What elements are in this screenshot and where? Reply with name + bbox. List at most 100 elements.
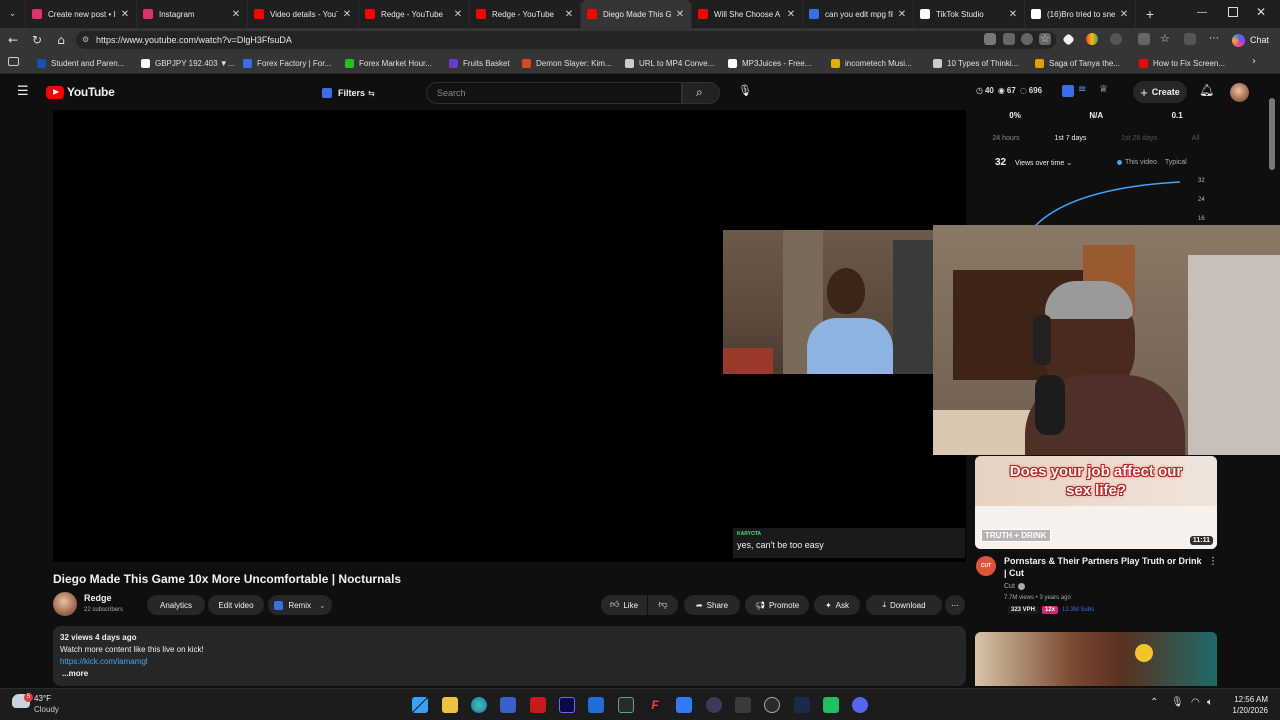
page-scrollbar-thumb[interactable]: [1269, 98, 1275, 170]
tab-close-icon[interactable]: ✕: [1119, 9, 1129, 20]
period-tab[interactable]: All: [1192, 135, 1200, 142]
vidiq-header-stats[interactable]: ◷ 40 ◉ 67 ◌ 696: [976, 86, 1042, 95]
calculator-icon[interactable]: [735, 697, 751, 713]
download-button[interactable]: ⤓ Download: [866, 595, 942, 615]
period-tab[interactable]: 24 hours: [992, 135, 1019, 142]
youtube-logo[interactable]: YouTube: [46, 85, 115, 99]
extension-color-icon[interactable]: [1086, 33, 1098, 45]
browser-tab[interactable]: Diego Made This Ga ✕: [581, 0, 692, 28]
create-button[interactable]: + Create: [1133, 81, 1187, 103]
analytics-button[interactable]: Analytics: [147, 595, 205, 615]
bookmark-item[interactable]: Forex Factory | For...: [243, 57, 331, 69]
more-options-icon[interactable]: ⋯: [1209, 33, 1221, 45]
tab-close-icon[interactable]: ✕: [1008, 9, 1018, 20]
bookmark-item[interactable]: 10 Types of Thinki...: [933, 57, 1018, 69]
bookmark-item[interactable]: URL to MP4 Conve...: [625, 57, 714, 69]
tab-close-icon[interactable]: ✕: [675, 9, 685, 20]
bookmark-item[interactable]: Fruits Basket: [449, 57, 510, 69]
davinci-icon[interactable]: [618, 697, 634, 713]
wifi-icon[interactable]: ◠: [1191, 697, 1200, 708]
new-tab-button[interactable]: +: [1142, 6, 1158, 22]
dislike-button[interactable]: 👎︎: [648, 595, 678, 615]
browser-tab[interactable]: TikTok Studio ✕: [914, 0, 1025, 28]
browser-tab[interactable]: can you edit mpg fil ✕: [803, 0, 914, 28]
recommendation-thumbnail[interactable]: [975, 632, 1217, 686]
site-info-icon[interactable]: ⚙: [82, 31, 89, 49]
obs-icon[interactable]: [706, 697, 722, 713]
bookmark-item[interactable]: incometech Musi...: [831, 57, 912, 69]
browser-tab[interactable]: Instagram ✕: [137, 0, 248, 28]
app-blue-icon[interactable]: [676, 697, 692, 713]
read-aloud-icon[interactable]: [984, 33, 996, 45]
bookmark-item[interactable]: Saga of Tanya the...: [1035, 57, 1120, 69]
tab-close-icon[interactable]: ✕: [231, 9, 241, 20]
zoom-icon[interactable]: [1021, 33, 1033, 45]
period-tab-active[interactable]: 1st 7 days: [1054, 135, 1086, 142]
search-input[interactable]: Search: [426, 82, 682, 104]
tab-close-icon[interactable]: ✕: [897, 9, 907, 20]
edge-browser-icon[interactable]: [471, 697, 487, 713]
browser-tab[interactable]: Redge - YouTube ✕: [359, 0, 470, 28]
start-windows-icon[interactable]: [412, 697, 428, 713]
reload-icon[interactable]: ↻: [29, 32, 45, 48]
edit-video-button[interactable]: Edit video: [208, 595, 264, 615]
favorites-icon[interactable]: ☆: [1160, 33, 1172, 45]
channel-name[interactable]: Redge: [84, 593, 112, 603]
channel-avatar[interactable]: CUT: [976, 556, 996, 576]
more-vertical-icon[interactable]: ⋮: [1208, 556, 1218, 567]
tab-close-icon[interactable]: ✕: [342, 9, 352, 20]
like-button[interactable]: 👍︎ Like: [601, 595, 647, 615]
app-icon[interactable]: [1003, 33, 1015, 45]
recommendation-thumbnail[interactable]: Does your job affect our sex life? TRUTH…: [975, 456, 1217, 549]
volume-icon[interactable]: 🔈︎: [1207, 697, 1213, 708]
notifications-bell-icon[interactable]: 🔔︎: [1199, 83, 1214, 97]
home-icon[interactable]: ⌂: [53, 32, 69, 48]
discord-icon[interactable]: [852, 697, 868, 713]
clock-date[interactable]: 1/20/2026: [1222, 706, 1268, 715]
ask-button[interactable]: ✦ Ask: [814, 595, 860, 615]
copilot-chat-button[interactable]: Chat: [1232, 31, 1269, 49]
bookmark-item[interactable]: Forex Market Hour...: [345, 57, 432, 69]
bookmark-item[interactable]: Demon Slayer: Kim...: [522, 57, 612, 69]
browser-tab[interactable]: Will She Choose A L ✕: [692, 0, 803, 28]
filters-button[interactable]: Filters ⇆: [316, 82, 378, 104]
app-f-icon[interactable]: F: [647, 697, 663, 713]
promote-button[interactable]: 📢︎ Promote: [745, 595, 809, 615]
outlook-icon[interactable]: [588, 697, 604, 713]
channel-avatar[interactable]: [53, 592, 77, 616]
bookmark-item[interactable]: How to Fix Screen...: [1139, 57, 1225, 69]
more-toggle[interactable]: ...more: [62, 669, 88, 678]
close-window-button[interactable]: ✕: [1254, 5, 1268, 19]
steam-icon[interactable]: [794, 697, 810, 713]
microphone-tray-icon[interactable]: 🎙︎: [1171, 697, 1184, 708]
browser-tab[interactable]: Redge - YouTube ✕: [470, 0, 581, 28]
address-bar[interactable]: ⚙ https://www.youtube.com/watch?v=DlgH3F…: [76, 31, 1056, 49]
extensions-puzzle-icon[interactable]: [1184, 33, 1196, 45]
favorite-star-icon[interactable]: ☆: [1040, 33, 1052, 45]
bookmark-item[interactable]: Student and Paren...: [37, 57, 124, 69]
tab-close-icon[interactable]: ✕: [453, 9, 463, 20]
tab-close-icon[interactable]: ✕: [564, 9, 574, 20]
vidiq-logo-icon[interactable]: [1062, 85, 1074, 97]
voice-search-button[interactable]: 🎙: [733, 82, 753, 102]
premiere-icon[interactable]: [559, 697, 575, 713]
search-button[interactable]: ⌕: [682, 82, 720, 104]
list-icon[interactable]: ≡: [1078, 84, 1086, 95]
split-screen-icon[interactable]: [1138, 33, 1150, 45]
chrome-icon[interactable]: [764, 697, 780, 713]
store-icon[interactable]: [500, 697, 516, 713]
recommendation-channel[interactable]: Cut: [1004, 583, 1025, 590]
bookmark-item[interactable]: MP3Juices - Free...: [728, 57, 811, 69]
description-link[interactable]: https://kick.com/lamamgl: [60, 657, 148, 666]
refresh-extension-icon[interactable]: [1110, 33, 1122, 45]
app-red-icon[interactable]: [530, 697, 546, 713]
remix-button[interactable]: Remix ⌄: [268, 595, 332, 615]
trophy-icon[interactable]: ♕: [1099, 84, 1108, 95]
description-box[interactable]: 32 views 4 days ago Watch more content l…: [53, 626, 966, 686]
share-button[interactable]: ➦ Share: [684, 595, 740, 615]
tab-close-icon[interactable]: ✕: [786, 9, 796, 20]
browser-tab[interactable]: (16)Bro tried to sne ✕: [1025, 0, 1136, 28]
extension-diamond-icon[interactable]: [1062, 33, 1075, 46]
restore-window-button[interactable]: [1228, 7, 1238, 17]
metric-dropdown[interactable]: Views over time ⌄: [1015, 159, 1072, 167]
